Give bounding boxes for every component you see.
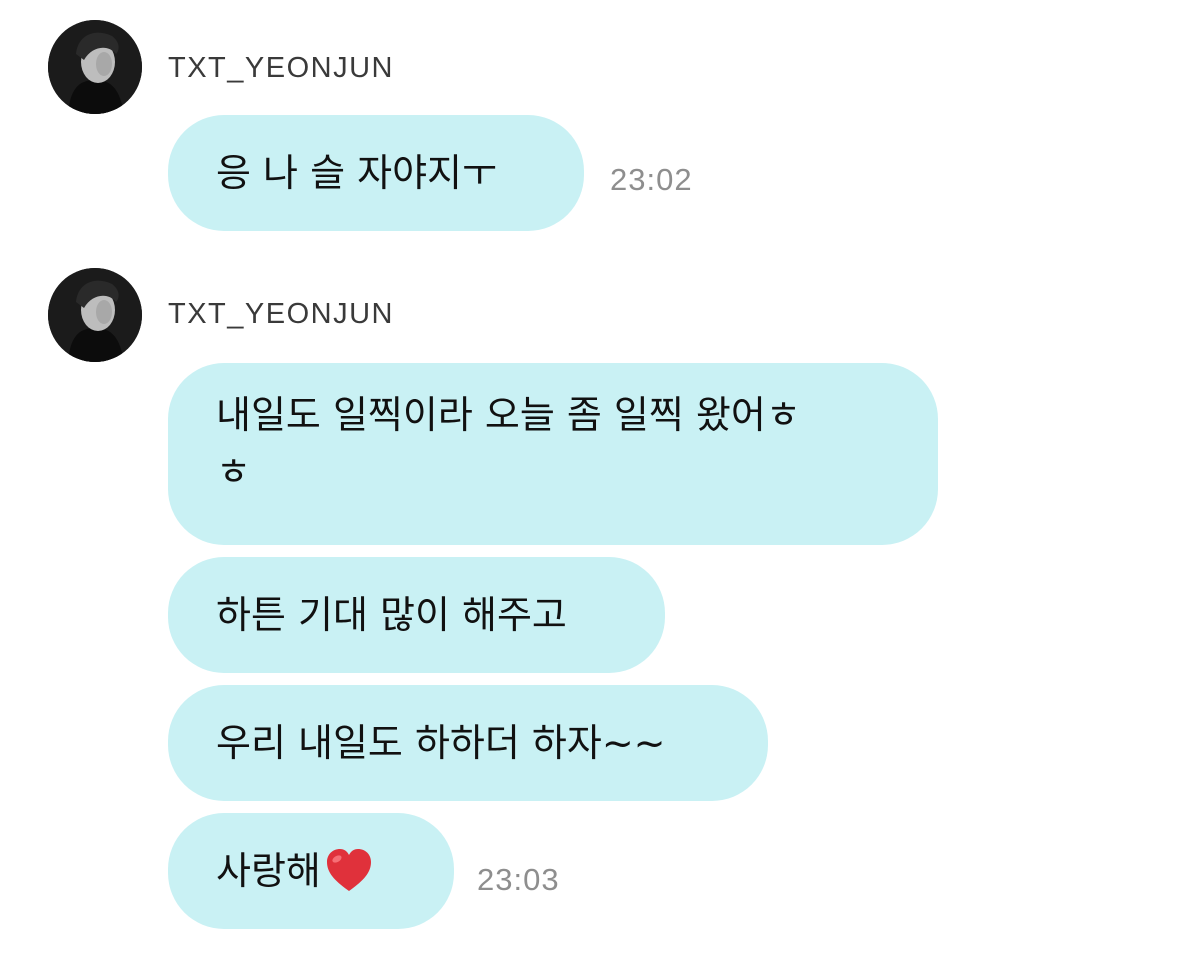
avatar-photo	[48, 268, 142, 362]
message-timestamp: 23:02	[610, 162, 693, 197]
message-timestamp: 23:03	[477, 862, 560, 897]
sender-avatar[interactable]	[48, 20, 142, 114]
sender-name: TXT_YEONJUN	[168, 298, 394, 330]
sender-avatar[interactable]	[48, 268, 142, 362]
message-text: 하튼 기대 많이 해주고	[216, 592, 567, 637]
message-bubble[interactable]: 우리 내일도 하하더 하자~~	[168, 685, 768, 801]
sender-name: TXT_YEONJUN	[168, 52, 394, 84]
message-bubble[interactable]: 응 나 슬 자야지ㅜ	[168, 115, 584, 231]
red-heart-icon	[326, 849, 371, 891]
message-bubble[interactable]: 하튼 기대 많이 해주고	[168, 557, 665, 673]
message-text: 응 나 슬 자야지ㅜ	[216, 150, 497, 195]
message-bubble[interactable]: 내일도 일찍이라 오늘 좀 일찍 왔어ㅎ ㅎ	[168, 363, 938, 545]
message-text: 내일도 일찍이라 오늘 좀 일찍 왔어ㅎ ㅎ	[216, 393, 801, 494]
avatar-photo	[48, 20, 142, 114]
message-text: 우리 내일도 하하더 하자~~	[216, 720, 666, 765]
message-bubble[interactable]: 사랑해	[168, 813, 454, 929]
message-text: 사랑해	[216, 848, 321, 893]
